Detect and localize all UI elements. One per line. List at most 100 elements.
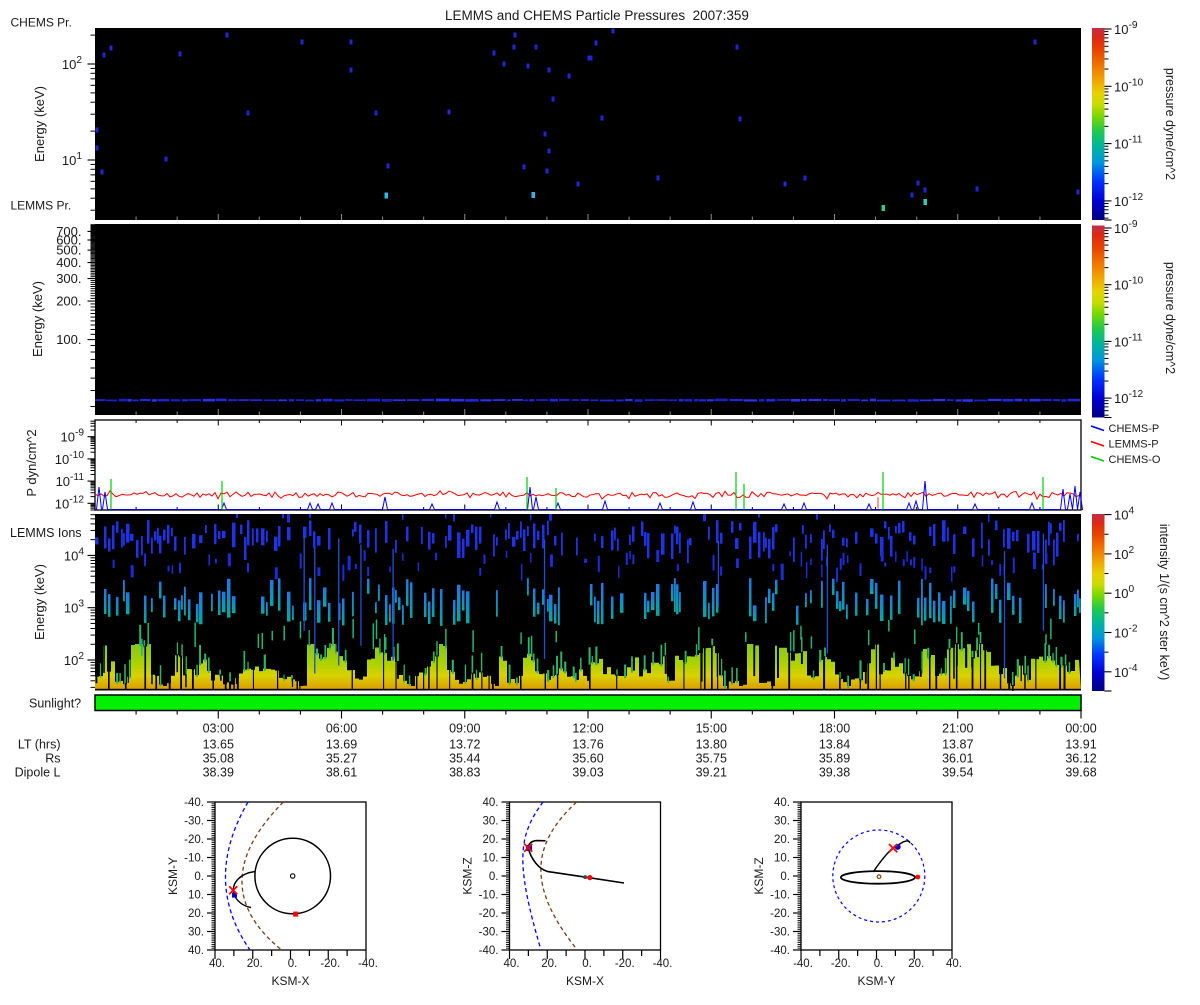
svg-text:Energy (keV): Energy (keV) [32,86,47,162]
svg-text:36.12: 36.12 [1065,752,1096,766]
svg-text:104: 104 [1114,506,1134,523]
svg-text:-40.: -40. [770,945,790,957]
svg-text:20.: 20. [188,908,204,920]
svg-text:pressure dyne/cm^2: pressure dyne/cm^2 [1163,262,1177,374]
svg-text:CHEMS-P: CHEMS-P [1109,423,1160,435]
svg-text:10-12: 10-12 [55,494,85,511]
svg-text:0.: 0. [874,958,884,970]
svg-text:101: 101 [62,151,82,168]
svg-text:10-9: 10-9 [60,428,84,445]
svg-text:200.: 200. [56,294,81,309]
svg-text:10-10: 10-10 [1114,77,1144,94]
svg-text:20.: 20. [247,958,263,970]
svg-text:36.01: 36.01 [942,752,973,766]
svg-text:300.: 300. [56,271,81,286]
svg-text:-40.: -40. [358,958,378,970]
svg-text:100: 100 [1114,584,1134,601]
svg-text:13.80: 13.80 [696,738,727,752]
svg-text:20.: 20. [483,834,499,846]
svg-text:-30.: -30. [479,927,499,939]
svg-text:18:00: 18:00 [819,722,850,736]
svg-text:0.: 0. [582,958,592,970]
svg-text:-30.: -30. [184,816,204,828]
svg-text:40.: 40. [946,958,962,970]
svg-text:100.: 100. [56,332,81,347]
svg-text:38.39: 38.39 [203,766,234,780]
svg-text:Sunlight?: Sunlight? [29,697,81,711]
svg-text:03:00: 03:00 [203,722,234,736]
svg-text:13.65: 13.65 [203,738,234,752]
svg-text:10-2: 10-2 [1114,624,1138,641]
svg-text:30.: 30. [483,816,499,828]
svg-text:-20.: -20. [770,908,790,920]
svg-text:10-9: 10-9 [1114,20,1138,37]
svg-text:-20.: -20. [831,958,851,970]
svg-text:10-10: 10-10 [1114,276,1144,293]
svg-text:10-4: 10-4 [1114,663,1138,680]
svg-text:-10.: -10. [479,890,499,902]
svg-text:09:00: 09:00 [449,722,480,736]
svg-text:38.61: 38.61 [326,766,357,780]
svg-text:13.84: 13.84 [819,738,850,752]
svg-text:pressure dyne/cm^2: pressure dyne/cm^2 [1163,68,1177,180]
svg-text:intensity 1/(s cm^2 ster keV): intensity 1/(s cm^2 ster keV) [1157,524,1171,681]
svg-text:40.: 40. [504,958,520,970]
svg-text:-40.: -40. [653,958,673,970]
svg-text:102: 102 [64,651,84,668]
svg-text:13.76: 13.76 [572,738,603,752]
svg-text:21:00: 21:00 [942,722,973,736]
svg-text:35.75: 35.75 [696,752,727,766]
svg-text:10-9: 10-9 [1114,219,1138,236]
svg-text:35.60: 35.60 [572,752,603,766]
svg-text:13.91: 13.91 [1065,738,1096,752]
svg-text:LEMMS Pr.: LEMMS Pr. [11,199,72,213]
svg-text:LT (hrs): LT (hrs) [18,738,61,752]
svg-text:Rs: Rs [45,752,60,766]
svg-text:10.: 10. [188,890,204,902]
svg-text:CHEMS-O: CHEMS-O [1109,454,1161,466]
svg-text:KSM-Y: KSM-Y [166,857,180,895]
svg-text:KSM-Z: KSM-Z [752,857,766,894]
svg-text:-20.: -20. [184,834,204,846]
svg-text:-20.: -20. [615,958,635,970]
svg-text:10-11: 10-11 [1114,332,1143,349]
svg-text:102: 102 [1114,545,1134,562]
svg-text:LEMMS-P: LEMMS-P [1109,439,1159,451]
svg-text:10.: 10. [774,853,790,865]
svg-text:CHEMS Pr.: CHEMS Pr. [11,16,72,30]
svg-text:KSM-X: KSM-X [566,974,604,988]
svg-text:12:00: 12:00 [572,722,603,736]
svg-text:Energy (keV): Energy (keV) [32,564,47,640]
svg-text:15:00: 15:00 [696,722,727,736]
svg-text:-40.: -40. [479,945,499,957]
svg-text:30.: 30. [188,927,204,939]
svg-text:104: 104 [64,546,84,563]
svg-text:10-11: 10-11 [1114,135,1143,152]
svg-text:-20.: -20. [479,908,499,920]
svg-text:10.: 10. [483,853,499,865]
svg-text:40.: 40. [774,797,790,809]
svg-text:40.: 40. [188,945,204,957]
svg-text:KSM-Y: KSM-Y [857,974,895,988]
svg-text:10-12: 10-12 [1114,192,1144,209]
svg-text:Dipole L: Dipole L [15,766,61,780]
svg-text:Energy (keV): Energy (keV) [30,281,45,357]
svg-text:KSM-Z: KSM-Z [461,857,475,894]
svg-text:13.87: 13.87 [942,738,973,752]
svg-text:35.89: 35.89 [819,752,850,766]
svg-text:0.: 0. [194,871,204,883]
svg-text:10-11: 10-11 [56,472,85,489]
svg-text:20.: 20. [774,834,790,846]
svg-text:40.: 40. [483,797,499,809]
svg-text:700.: 700. [56,224,81,239]
svg-text:102: 102 [62,55,82,72]
svg-text:35.27: 35.27 [326,752,357,766]
svg-text:20.: 20. [541,958,557,970]
svg-text:0.: 0. [780,871,790,883]
svg-text:20.: 20. [908,958,924,970]
svg-text:39.21: 39.21 [696,766,727,780]
svg-text:13.69: 13.69 [326,738,357,752]
svg-text:P dyn/cm^2: P dyn/cm^2 [24,429,39,496]
svg-text:10-10: 10-10 [55,450,85,467]
svg-text:-20.: -20. [320,958,340,970]
